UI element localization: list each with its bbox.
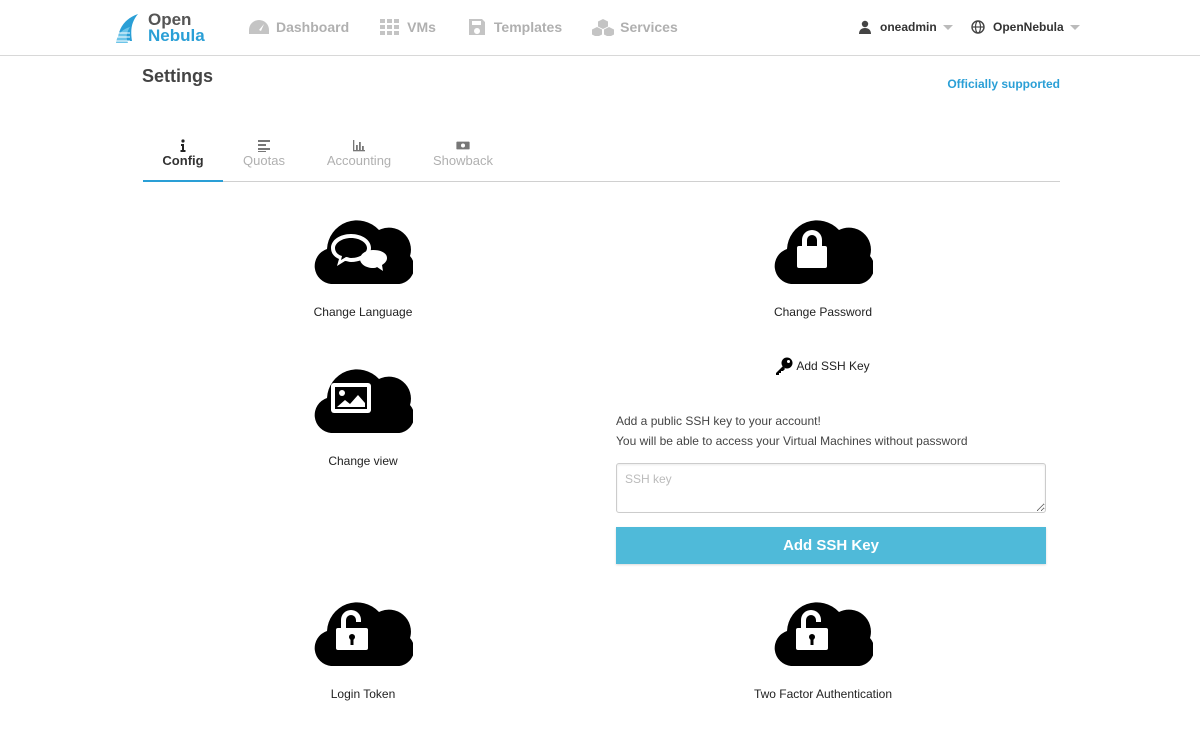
nav-dashboard-label: Dashboard [276,19,350,35]
nav-vms-label: VMs [407,19,436,35]
logo-line-2: Nebula [148,26,205,45]
dashboard-icon [249,20,269,34]
grid-icon [380,19,400,35]
zone-menu[interactable]: OpenNebula [971,0,1080,54]
save-icon [468,19,485,35]
ssh-description-line-2: You will be able to access your Virtual … [616,434,968,448]
info-icon [180,139,186,152]
tab-showback[interactable]: Showback [425,133,501,181]
tab-quotas-label: Quotas [243,153,285,168]
opennebula-logo[interactable]: Open Nebula [114,10,214,46]
two-factor-label: Two Factor Authentication [753,687,893,701]
globe-icon [971,20,985,34]
main-nav: Dashboard VMs Templates Services [248,0,708,54]
nav-dashboard[interactable]: Dashboard [248,18,349,36]
nav-services-label: Services [620,19,678,35]
login-token-tile[interactable]: Login Token [253,596,473,701]
chevron-down-icon [1069,24,1080,30]
chevron-down-icon [942,24,953,30]
tab-accounting-label: Accounting [326,153,392,168]
cloud-chat-icon [314,220,413,284]
tab-config-label: Config [162,153,204,168]
change-language-label: Change Language [313,305,413,319]
change-password-label: Change Password [773,305,873,319]
cubes-icon [592,19,615,36]
tab-quotas[interactable]: Quotas [229,133,299,181]
two-factor-tile[interactable]: Two Factor Authentication [713,596,933,701]
nav-vms[interactable]: VMs [379,18,436,36]
user-icon [859,20,871,34]
nav-services[interactable]: Services [592,18,678,36]
user-menu[interactable]: oneadmin [858,0,953,54]
cloud-unlock-icon [774,602,873,666]
cloud-image-icon [314,369,413,433]
zone-name: OpenNebula [993,20,1064,34]
login-token-label: Login Token [330,687,396,701]
add-ssh-key-header[interactable]: Add SSH Key [760,357,885,375]
cloud-unlock-icon [314,602,413,666]
support-link[interactable]: Officially supported [947,77,1060,91]
cloud-lock-icon [774,220,873,284]
key-icon [776,357,793,375]
user-name: oneadmin [880,20,937,34]
tab-config[interactable]: Config [143,133,223,182]
tab-accounting[interactable]: Accounting [319,133,399,181]
ssh-description-line-1: Add a public SSH key to your account! [616,414,821,428]
bar-chart-icon [353,140,365,152]
top-bar: Open Nebula Dashboard VMs Templates Serv… [0,0,1200,56]
tab-showback-label: Showback [433,153,493,168]
change-view-label: Change view [328,454,398,468]
page-title: Settings [142,66,214,86]
add-ssh-key-button[interactable]: Add SSH Key [616,527,1046,564]
settings-tabs: Config Quotas Accounting Showback [143,133,1060,182]
change-view-tile[interactable]: Change view [253,363,473,468]
logo-text: Open Nebula [148,11,205,45]
logo-mark-icon [116,14,138,43]
change-language-tile[interactable]: Change Language [253,214,473,319]
ssh-key-textarea[interactable] [616,463,1046,513]
nav-templates[interactable]: Templates [466,18,562,36]
ssh-description: Add a public SSH key to your account! Yo… [616,411,968,451]
nav-templates-label: Templates [493,19,563,35]
add-ssh-key-header-label: Add SSH Key [796,359,870,373]
money-icon [456,141,470,150]
change-password-tile[interactable]: Change Password [713,214,933,319]
align-left-icon [258,140,270,152]
